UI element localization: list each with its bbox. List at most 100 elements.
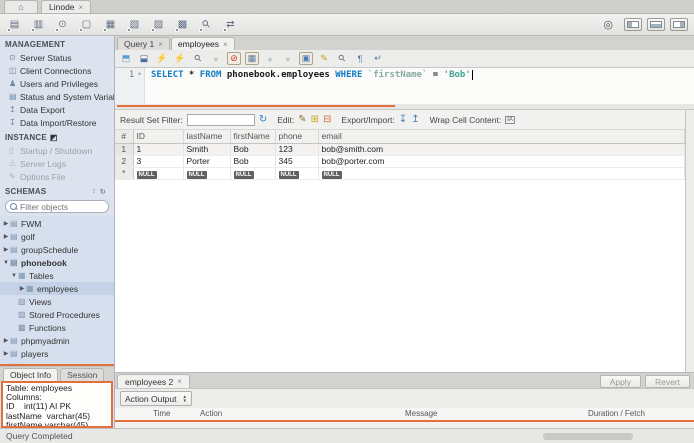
wrap-text-icon[interactable]: ↵ bbox=[371, 52, 385, 65]
create-view-icon[interactable]: ▧ bbox=[126, 17, 143, 33]
column-header-phone[interactable]: phone bbox=[275, 130, 319, 144]
revert-button[interactable]: Revert bbox=[644, 375, 690, 388]
tree-item-stored-procedures[interactable]: ▨ Stored Procedures bbox=[0, 308, 114, 321]
create-table-icon[interactable]: ▦ bbox=[102, 17, 119, 33]
sidebar-item-client-connections[interactable]: ◫ Client Connections bbox=[0, 64, 114, 77]
add-row-icon[interactable]: ⊞ bbox=[311, 114, 319, 125]
tree-item-fwm[interactable]: ▶ ▤ FWM bbox=[0, 217, 114, 230]
reconnect-icon[interactable]: ⇄ bbox=[222, 17, 239, 33]
result-grid-empty-area[interactable] bbox=[115, 179, 685, 372]
column-header-lastname[interactable]: lastName bbox=[183, 130, 231, 144]
grid-cell[interactable]: bob@porter.com bbox=[318, 155, 685, 168]
import-records-icon[interactable]: ↥ bbox=[411, 114, 419, 125]
output-type-select[interactable]: Action Output ▲ ▼ bbox=[120, 391, 192, 406]
grid-cell[interactable]: Bob bbox=[230, 143, 276, 156]
result-filter-input[interactable] bbox=[186, 113, 255, 126]
toggle-bottom-panel-button[interactable] bbox=[647, 18, 665, 31]
delete-row-icon[interactable]: ⊟ bbox=[323, 114, 331, 125]
limit-rows-icon[interactable]: ▦ bbox=[245, 52, 259, 65]
autocommit-icon[interactable]: ▣ bbox=[299, 52, 313, 65]
schema-filter-input[interactable] bbox=[20, 201, 104, 212]
sidebar-item-data-export[interactable]: ↥ Data Export bbox=[0, 103, 114, 116]
sidebar-item-startup-shutdown[interactable]: ▯ Startup / Shutdown bbox=[0, 144, 114, 157]
apply-button[interactable]: Apply bbox=[599, 375, 641, 388]
column-header-rownum[interactable]: # bbox=[115, 130, 134, 144]
row-number-cell[interactable]: 2 bbox=[115, 155, 134, 168]
sql-editor[interactable]: 1 • SELECT * FROM phonebook.employees WH… bbox=[115, 67, 694, 104]
grid-cell[interactable]: bob@smith.com bbox=[318, 143, 685, 156]
grid-cell[interactable]: NULL bbox=[318, 167, 685, 180]
commit-icon[interactable]: ● bbox=[263, 52, 277, 65]
schemas-refresh-icon[interactable]: ↻ bbox=[100, 188, 106, 196]
sidebar-item-options-file[interactable]: ✎ Options File bbox=[0, 170, 114, 183]
tree-item-employees[interactable]: ▶ ▦ employees bbox=[0, 282, 114, 295]
stop-icon[interactable]: ● bbox=[209, 52, 223, 65]
row-number-cell[interactable]: * bbox=[115, 167, 134, 180]
editor-tab-query-1[interactable]: Query 1 × bbox=[117, 37, 170, 50]
close-icon[interactable]: × bbox=[79, 3, 84, 12]
table-row[interactable]: 2 3 Porter Bob 345 bob@porter.com bbox=[115, 155, 685, 168]
tree-item-golf[interactable]: ▶ ▤ golf bbox=[0, 230, 114, 243]
create-schema-icon[interactable]: ▢ bbox=[78, 17, 95, 33]
tree-item-views[interactable]: ▧ Views bbox=[0, 295, 114, 308]
horizontal-scrollbar-thumb[interactable] bbox=[543, 432, 633, 440]
home-tab[interactable]: ⌂ bbox=[4, 0, 38, 13]
close-icon[interactable]: × bbox=[223, 40, 228, 49]
sidebar-item-server-logs[interactable]: ⚠ Server Logs bbox=[0, 157, 114, 170]
grid-cell[interactable]: NULL bbox=[230, 167, 276, 180]
search-data-icon[interactable]: ⚲ bbox=[198, 17, 215, 33]
tree-item-phonebook[interactable]: ▼ ▤ phonebook bbox=[0, 256, 114, 269]
preferences-wheel-icon[interactable]: ◎ bbox=[603, 18, 613, 31]
refresh-icon[interactable]: ↻ bbox=[259, 114, 267, 125]
sidebar-item-data-import-restore[interactable]: ↧ Data Import/Restore bbox=[0, 116, 114, 129]
tree-item-functions[interactable]: ▩ Functions bbox=[0, 321, 114, 334]
toggle-right-panel-button[interactable] bbox=[670, 18, 688, 31]
column-header-id[interactable]: ID bbox=[133, 130, 184, 144]
chevron-collapsed-icon[interactable]: ▶ bbox=[18, 285, 26, 292]
object-info-tab-session[interactable]: Session bbox=[60, 368, 105, 381]
column-header-email[interactable]: email bbox=[318, 130, 685, 144]
tree-item-groupschedule[interactable]: ▶ ▤ groupSchedule bbox=[0, 243, 114, 256]
tree-item-tables[interactable]: ▼ ▦ Tables bbox=[0, 269, 114, 282]
grid-cell[interactable]: 345 bbox=[275, 155, 319, 168]
grid-cell[interactable]: Smith bbox=[183, 143, 231, 156]
chevron-expanded-icon[interactable]: ▼ bbox=[2, 260, 10, 266]
result-grid[interactable]: # ID lastName firstName phone email 1 1 Smith Bo… bbox=[115, 130, 685, 180]
chevron-collapsed-icon[interactable]: ▶ bbox=[2, 350, 10, 357]
object-info-tab-object-info[interactable]: Object Info bbox=[3, 368, 59, 381]
execute-current-icon[interactable]: ⚡ bbox=[173, 52, 187, 65]
grid-cell[interactable]: NULL bbox=[275, 167, 319, 180]
stop-on-error-icon[interactable]: ⊘ bbox=[227, 52, 241, 65]
chevron-collapsed-icon[interactable]: ▶ bbox=[2, 337, 10, 344]
sidebar-item-server-status[interactable]: ⊙ Server Status bbox=[0, 51, 114, 64]
schemas-expand-icon[interactable]: ↕ bbox=[92, 188, 96, 195]
grid-cell[interactable]: Porter bbox=[183, 155, 231, 168]
execute-icon[interactable]: ⚡ bbox=[155, 52, 169, 65]
export-recordset-icon[interactable]: ↧ bbox=[399, 114, 407, 125]
chevron-collapsed-icon[interactable]: ▶ bbox=[2, 220, 10, 227]
rollback-icon[interactable]: ● bbox=[281, 52, 295, 65]
chevron-collapsed-icon[interactable]: ▶ bbox=[2, 233, 10, 240]
schema-filter-box[interactable] bbox=[5, 200, 109, 213]
open-script-icon[interactable]: ⬒ bbox=[119, 52, 133, 65]
beautify-icon[interactable]: ✎ bbox=[317, 52, 331, 65]
invisible-chars-icon[interactable]: ¶ bbox=[353, 52, 367, 65]
grid-cell[interactable]: NULL bbox=[183, 167, 231, 180]
tree-item-phpmyadmin[interactable]: ▶ ▤ phpmyadmin bbox=[0, 334, 114, 347]
table-row[interactable]: 1 1 Smith Bob 123 bob@smith.com bbox=[115, 143, 685, 156]
create-function-icon[interactable]: ▩ bbox=[174, 17, 191, 33]
chevron-collapsed-icon[interactable]: ▶ bbox=[2, 246, 10, 253]
grid-cell[interactable]: 3 bbox=[133, 155, 184, 168]
edit-cell-icon[interactable]: ✎ bbox=[298, 114, 306, 125]
toggle-left-panel-button[interactable] bbox=[624, 18, 642, 31]
close-icon[interactable]: × bbox=[158, 40, 163, 49]
new-row-placeholder[interactable]: * NULL NULL NULL NULL NULL bbox=[115, 167, 685, 180]
find-icon[interactable]: ⚲ bbox=[335, 52, 349, 65]
sql-code-line[interactable]: SELECT * FROM phonebook.employees WHERE … bbox=[145, 68, 473, 104]
close-icon[interactable]: × bbox=[177, 377, 182, 386]
column-header-firstname[interactable]: firstName bbox=[230, 130, 276, 144]
sidebar-item-users-and-privileges[interactable]: ♟ Users and Privileges bbox=[0, 77, 114, 90]
grid-cell[interactable]: NULL bbox=[133, 167, 184, 180]
sidebar-item-status-and-system-variables[interactable]: ▤Status and System Variables bbox=[0, 90, 114, 103]
collapsed-side-panel-strip[interactable] bbox=[685, 110, 694, 372]
